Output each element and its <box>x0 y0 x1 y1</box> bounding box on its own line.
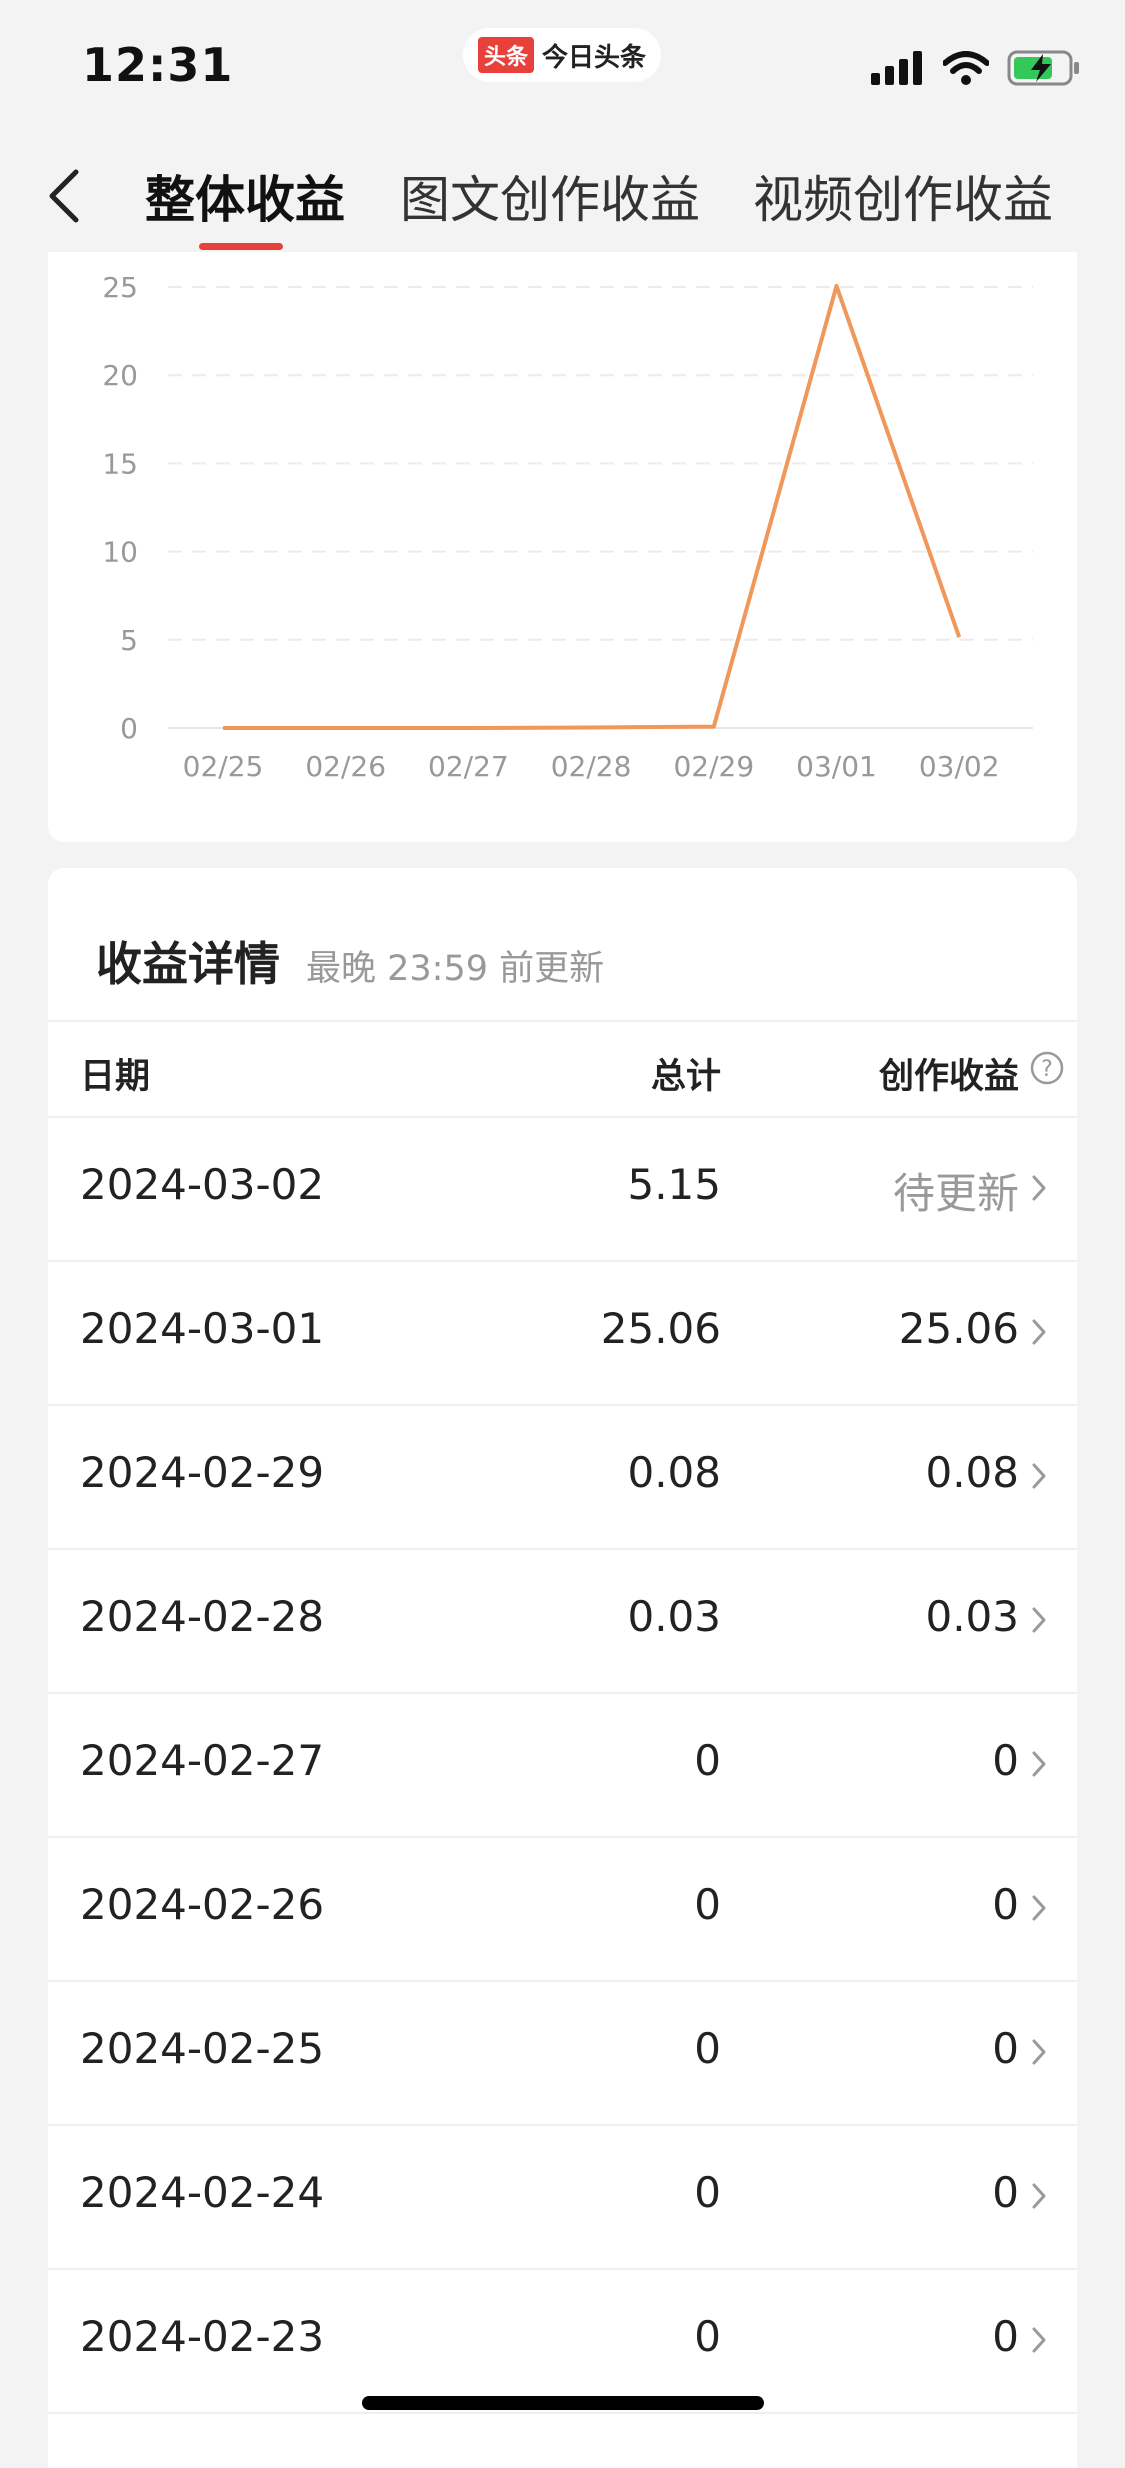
chevron-right-icon <box>1032 1175 1046 1201</box>
y-tick-label: 15 <box>102 447 138 480</box>
active-tab-indicator <box>199 243 283 250</box>
y-tick-label: 0 <box>120 712 138 745</box>
row-total: 0 <box>694 2312 721 2361</box>
x-tick-label: 02/27 <box>428 750 509 783</box>
y-tick-label: 20 <box>102 359 138 392</box>
row-creation: 0 <box>992 2168 1019 2217</box>
row-creation: 0 <box>992 2312 1019 2361</box>
detail-update-note: 最晚 23:59 前更新 <box>306 949 605 989</box>
tab-overall-earnings[interactable]: 整体收益 <box>145 160 345 232</box>
row-total: 25.06 <box>600 1304 721 1353</box>
chevron-right-icon <box>1032 1607 1046 1633</box>
row-creation: 0.08 <box>925 1448 1019 1497</box>
row-date: 2024-02-27 <box>80 1736 325 1785</box>
y-tick-label: 10 <box>102 536 138 569</box>
home-indicator[interactable] <box>362 2396 764 2410</box>
column-header-creation: 创作收益 <box>878 1057 1019 1097</box>
row-creation: 0 <box>992 1880 1019 1929</box>
chevron-right-icon <box>1032 2183 1046 2209</box>
x-tick-label: 03/02 <box>919 750 1000 783</box>
row-total: 0 <box>694 2024 721 2073</box>
detail-title-row: 收益详情 最晚 23:59 前更新 <box>96 928 604 994</box>
x-tick-label: 02/28 <box>551 750 632 783</box>
row-date: 2024-03-01 <box>80 1304 325 1353</box>
back-chevron-icon[interactable] <box>40 166 90 226</box>
status-icons <box>871 48 1081 88</box>
row-date: 2024-02-24 <box>80 2168 325 2217</box>
row-total: 0 <box>694 1736 721 1785</box>
y-tick-label: 25 <box>102 271 138 304</box>
table-row[interactable]: 2024-02-26 0 0 <box>48 1836 1077 1982</box>
x-tick-label: 02/29 <box>673 750 754 783</box>
table-row[interactable]: 2024-02-27 0 0 <box>48 1692 1077 1838</box>
chevron-right-icon <box>1032 1895 1046 1921</box>
table-row[interactable]: 2024-02-28 0.03 0.03 <box>48 1548 1077 1694</box>
battery-charging-icon <box>1007 50 1079 86</box>
table-header: 日期 总计 创作收益 ? <box>48 1020 1077 1118</box>
header-nav: 整体收益 图文创作收益 视频创作收益 <box>0 130 1125 252</box>
table-row[interactable]: 2024-02-29 0.08 0.08 <box>48 1404 1077 1550</box>
question-circle-icon[interactable]: ? <box>1029 1050 1065 1086</box>
column-header-date: 日期 <box>80 1057 151 1097</box>
x-tick-label: 02/26 <box>305 750 386 783</box>
wifi-icon <box>943 51 989 85</box>
earnings-detail-card: 收益详情 最晚 23:59 前更新 日期 总计 创作收益 ? 2024-03-0… <box>48 868 1077 2468</box>
series-line <box>223 283 962 730</box>
table-row[interactable]: 2024-02-23 0 0 <box>48 2268 1077 2414</box>
row-creation: 待更新 <box>892 1169 1019 1218</box>
chevron-right-icon <box>1032 2039 1046 2065</box>
earnings-line-chart: 0 5 10 15 20 25 02/25 02/26 02/27 02/28 02/29 03/01… <box>102 271 1033 783</box>
app-name: 今日头条 <box>542 42 647 73</box>
tab-article-earnings[interactable]: 图文创作收益 <box>400 160 700 232</box>
row-date: 2024-03-02 <box>80 1160 325 1209</box>
app-indicator-pill[interactable]: 头条 今日头条 <box>463 28 661 82</box>
app-logo: 头条 <box>477 37 534 73</box>
y-tick-label: 5 <box>120 624 138 657</box>
row-total: 0 <box>694 2168 721 2217</box>
chevron-right-icon <box>1032 2327 1046 2353</box>
table-row[interactable]: 2024-03-02 5.15 待更新 <box>48 1116 1077 1262</box>
row-date: 2024-02-26 <box>80 1880 325 1929</box>
signal-icon <box>871 51 922 85</box>
row-total: 0 <box>694 1880 721 1929</box>
row-creation: 25.06 <box>898 1304 1019 1353</box>
tab-video-earnings[interactable]: 视频创作收益 <box>753 160 1053 232</box>
earnings-chart-card: 0 5 10 15 20 25 02/25 02/26 02/27 02/28 02/29 03/01… <box>48 252 1077 842</box>
row-date: 2024-02-25 <box>80 2024 325 2073</box>
row-date: 2024-02-28 <box>80 1592 325 1641</box>
table-row[interactable]: 2024-02-25 0 0 <box>48 1980 1077 2126</box>
x-tick-label: 03/01 <box>796 750 877 783</box>
chevron-right-icon <box>1032 1319 1046 1345</box>
status-bar: 12:31 头条 今日头条 <box>0 0 1125 130</box>
row-total: 0.03 <box>627 1592 721 1641</box>
row-creation: 0 <box>992 2024 1019 2073</box>
row-total: 0.08 <box>627 1448 721 1497</box>
row-creation: 0 <box>992 1736 1019 1785</box>
column-header-total: 总计 <box>650 1057 721 1097</box>
x-tick-label: 02/25 <box>183 750 264 783</box>
row-date: 2024-02-23 <box>80 2312 325 2361</box>
table-row[interactable]: 2024-02-24 0 0 <box>48 2124 1077 2270</box>
detail-title: 收益详情 <box>96 937 280 991</box>
row-creation: 0.03 <box>925 1592 1019 1641</box>
row-date: 2024-02-29 <box>80 1448 325 1497</box>
chevron-right-icon <box>1032 1751 1046 1777</box>
row-total: 5.15 <box>627 1160 721 1209</box>
status-time: 12:31 <box>82 38 234 92</box>
svg-text:?: ? <box>1041 1057 1053 1082</box>
table-row[interactable]: 2024-03-01 25.06 25.06 <box>48 1260 1077 1406</box>
chevron-right-icon <box>1032 1463 1046 1489</box>
